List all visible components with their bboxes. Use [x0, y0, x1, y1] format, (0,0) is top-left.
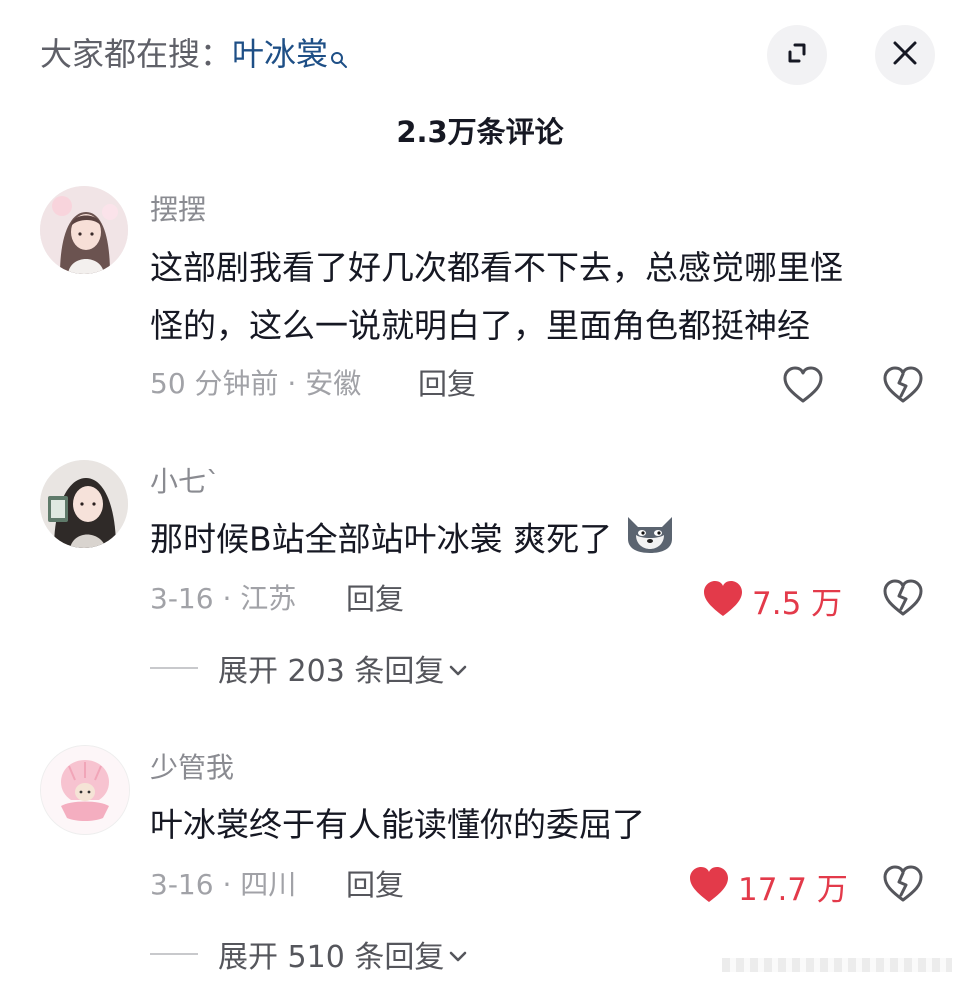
chevron-down-icon [448, 937, 468, 972]
close-icon [891, 39, 919, 71]
divider [150, 667, 198, 669]
search-prefix: 大家都在搜： [40, 35, 233, 73]
broken-heart-icon [882, 366, 924, 409]
heart-filled-icon [702, 579, 744, 623]
expand-replies-button[interactable]: 展开 203 条回复 [150, 646, 468, 690]
divider [150, 953, 198, 955]
avatar[interactable] [40, 460, 128, 548]
username[interactable]: 小七` [150, 464, 220, 500]
comment-text: 这部剧我看了好几次都看不下去，总感觉哪里怪 [150, 248, 843, 287]
like-button[interactable] [782, 365, 824, 409]
heart-outline-icon [782, 365, 824, 409]
comment-text-body: 那时候B站全部站叶冰裳 爽死了 [150, 519, 613, 559]
like-button[interactable]: 17.7 万 [688, 864, 848, 909]
dislike-button[interactable] [882, 578, 924, 622]
close-button[interactable] [875, 25, 935, 85]
dislike-button[interactable] [882, 864, 924, 908]
heart-filled-icon [688, 865, 730, 909]
top-bar: 大家都在搜：叶冰裳 [0, 0, 960, 110]
comment-count-title: 2.3万条评论 [396, 115, 564, 149]
search-suggestion[interactable]: 大家都在搜：叶冰裳 [40, 32, 348, 80]
comment-meta: 3-16 · 江苏 [150, 582, 297, 615]
comment-meta: 3-16 · 四川 [150, 868, 297, 901]
reply-button[interactable]: 回复 [346, 581, 404, 617]
reply-button[interactable]: 回复 [418, 366, 476, 402]
reply-button[interactable]: 回复 [346, 867, 404, 903]
watermark-strip [722, 958, 952, 972]
expand-replies-label: 展开 510 条回复 [218, 940, 445, 975]
expand-replies-button[interactable]: 展开 510 条回复 [150, 932, 468, 976]
dislike-button[interactable] [882, 365, 924, 409]
search-keyword[interactable]: 叶冰裳 [232, 35, 328, 73]
comment-text: 怪的，这么一说就明白了，里面角色都挺神经 [150, 306, 810, 345]
expand-icon [782, 38, 812, 72]
like-button[interactable]: 7.5 万 [702, 578, 842, 623]
emoji-icon [622, 509, 678, 573]
username[interactable]: 少管我 [150, 750, 234, 786]
like-count: 7.5 万 [752, 586, 843, 622]
expand-replies-label: 展开 203 条回复 [218, 654, 445, 689]
like-count: 17.7 万 [738, 872, 848, 908]
chevron-down-icon [448, 651, 468, 686]
avatar[interactable] [40, 186, 128, 274]
expand-button[interactable] [767, 25, 827, 85]
avatar[interactable] [40, 745, 130, 835]
comment-text: 那时候B站全部站叶冰裳 爽死了 [150, 509, 930, 573]
username[interactable]: 摆摆 [150, 192, 206, 228]
comment-meta: 50 分钟前 · 安徽 [150, 367, 362, 400]
comment-text: 叶冰裳终于有人能读懂你的委屈了 [150, 805, 645, 844]
search-icon [330, 36, 348, 80]
broken-heart-icon [882, 865, 924, 908]
broken-heart-icon [882, 579, 924, 622]
